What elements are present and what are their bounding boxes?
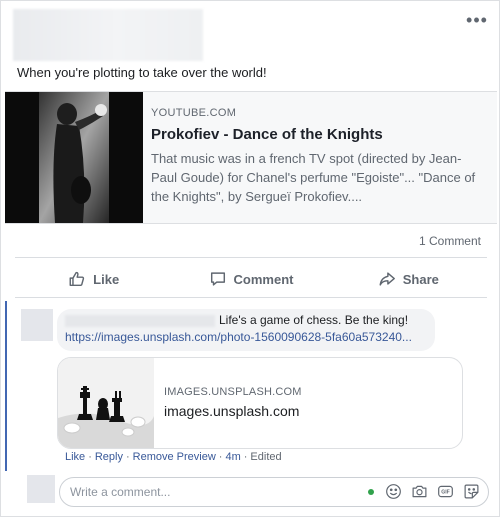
write-comment-input[interactable] [70, 485, 350, 499]
comment-count[interactable]: 1 Comment [419, 234, 481, 248]
post-header: ••• [1, 1, 500, 63]
separator: · [243, 451, 248, 463]
post-actions: Like Comment Share [15, 262, 487, 296]
divider [15, 257, 487, 258]
write-comment-box: GIF [59, 477, 489, 507]
svg-text:GIF: GIF [441, 490, 450, 496]
comment-link[interactable]: https://images.unsplash.com/photo-156009… [65, 330, 431, 344]
separator: · [218, 451, 223, 463]
separator: · [125, 451, 130, 463]
link-preview-description: That music was in a french TV spot (dire… [151, 151, 476, 204]
comment-timestamp[interactable]: 4m [225, 451, 240, 463]
online-status-icon [368, 488, 374, 495]
ellipsis-icon: ••• [466, 10, 488, 30]
speech-bubble-icon [210, 272, 225, 286]
sticker-icon[interactable] [463, 483, 480, 500]
comment-link-preview-domain: IMAGES.UNSPLASH.COM [164, 386, 302, 398]
comment-input-icons: GIF [368, 483, 480, 500]
edited-label: Edited [250, 451, 282, 463]
camera-icon[interactable] [411, 483, 428, 500]
thumbs-up-icon [69, 271, 85, 287]
comment-text: Life's a game of chess. Be the king! [219, 313, 409, 327]
write-comment-row: GIF [5, 471, 497, 513]
remove-preview-link[interactable]: Remove Preview [133, 451, 216, 463]
link-preview-body: YOUTUBE.COM Prokofiev - Dance of the Kni… [151, 106, 481, 206]
comment-link-preview[interactable]: IMAGES.UNSPLASH.COM images.unsplash.com [57, 357, 463, 449]
like-button[interactable]: Like [15, 262, 172, 296]
comment-link-preview-title: images.unsplash.com [164, 403, 300, 419]
emoji-icon[interactable] [385, 483, 402, 500]
comment-meta: Like · Reply · Remove Preview · 4m · Edited [65, 451, 282, 463]
avatar[interactable] [27, 475, 55, 503]
share-arrow-icon [379, 272, 395, 286]
comment-label: Comment [233, 271, 294, 287]
avatar[interactable] [21, 309, 53, 341]
share-label: Share [402, 271, 439, 287]
link-preview-domain: YOUTUBE.COM [151, 107, 237, 119]
divider [15, 297, 487, 298]
post-card: ••• When you're plotting to take over th… [0, 0, 500, 517]
link-preview-title[interactable]: Prokofiev - Dance of the Knights [151, 125, 481, 144]
separator: · [88, 451, 92, 463]
comment-like-link[interactable]: Like [65, 451, 85, 463]
link-preview[interactable]: YOUTUBE.COM Prokofiev - Dance of the Kni… [5, 91, 497, 224]
more-options-button[interactable]: ••• [465, 10, 489, 33]
share-button[interactable]: Share [330, 262, 487, 296]
gif-icon[interactable]: GIF [437, 483, 454, 500]
comment-thread: Life's a game of chess. Be the king! htt… [5, 301, 497, 471]
comment-bubble: Life's a game of chess. Be the king! htt… [57, 309, 435, 351]
like-label: Like [93, 271, 120, 287]
comment-reply-link[interactable]: Reply [95, 451, 123, 463]
author-blurred [13, 9, 203, 61]
comment-link-preview-thumbnail [58, 358, 154, 448]
comment-button[interactable]: Comment [172, 262, 329, 296]
post-text: When you're plotting to take over the wo… [17, 65, 267, 80]
link-preview-thumbnail [5, 92, 143, 223]
commenter-name-blurred[interactable] [65, 315, 215, 327]
